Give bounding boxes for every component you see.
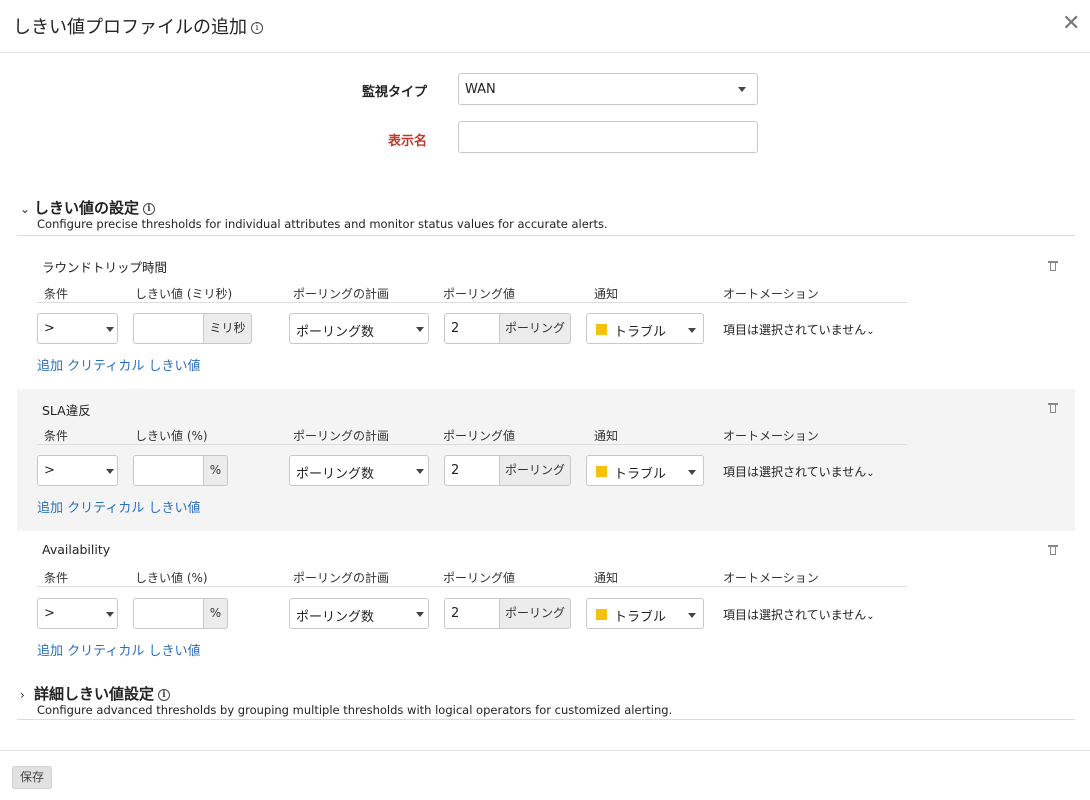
- threshold-section-title: しきい値の設定: [34, 199, 140, 217]
- trash-icon[interactable]: [1048, 260, 1058, 271]
- threshold-unit: %: [203, 598, 228, 629]
- chevron-down-icon: [106, 469, 114, 474]
- threshold-section-header[interactable]: ⌄ しきい値の設定 i: [20, 197, 156, 218]
- display-name-input[interactable]: [458, 121, 758, 153]
- divider: [37, 302, 907, 303]
- col-automation: オートメーション: [723, 287, 819, 301]
- advanced-section-header[interactable]: › 詳細しきい値設定 i: [20, 683, 171, 704]
- condition-select[interactable]: >: [37, 313, 118, 344]
- chevron-down-icon: ⌄: [20, 202, 31, 216]
- divider: [17, 719, 1075, 720]
- trash-icon[interactable]: [1048, 402, 1058, 413]
- chevron-down-icon: [106, 327, 114, 332]
- col-polling-value: ポーリング値: [443, 287, 516, 301]
- automation-select[interactable]: 項目は選択されていません⌄: [723, 606, 875, 623]
- chevron-down-icon: [738, 87, 746, 92]
- col-condition: 条件: [44, 287, 69, 301]
- save-button[interactable]: 保存: [12, 766, 52, 789]
- info-icon[interactable]: i: [251, 22, 263, 34]
- threshold-input[interactable]: [133, 598, 204, 629]
- monitor-type-label: 監視タイプ: [361, 85, 427, 100]
- dialog-header: しきい値プロファイルの追加 i ✕: [0, 0, 1090, 53]
- notify-select[interactable]: トラブル: [586, 598, 704, 629]
- col-notify: 通知: [594, 571, 619, 585]
- polling-unit: ポーリング: [499, 598, 571, 629]
- polling-unit: ポーリング: [499, 455, 571, 486]
- chevron-down-icon: [688, 613, 696, 618]
- chevron-right-icon: ›: [20, 688, 25, 702]
- threshold-section-description: Configure precise thresholds for individ…: [37, 217, 608, 231]
- threshold-input[interactable]: [133, 455, 204, 486]
- dialog-title: しきい値プロファイルの追加 i: [13, 13, 263, 39]
- dialog-title-text: しきい値プロファイルの追加: [13, 17, 247, 38]
- col-automation: オートメーション: [723, 429, 819, 443]
- threshold-block-sla: SLA違反 条件 しきい値 (%) ポーリングの計画 ポーリング値 通知 オート…: [17, 389, 1075, 531]
- footer-divider: [0, 750, 1090, 751]
- monitor-type-select[interactable]: WAN: [458, 73, 758, 105]
- col-notify: 通知: [594, 429, 619, 443]
- threshold-block-availability: Availability 条件 しきい値 (%) ポーリングの計画 ポーリング値…: [17, 531, 1075, 673]
- col-threshold: しきい値 (%): [135, 571, 208, 585]
- threshold-unit: ミリ秒: [203, 313, 252, 344]
- condition-select[interactable]: >: [37, 455, 118, 486]
- chevron-down-icon: [416, 469, 424, 474]
- col-notify: 通知: [594, 287, 619, 301]
- close-icon[interactable]: ✕: [1062, 13, 1080, 35]
- info-icon[interactable]: i: [143, 202, 156, 215]
- col-polling-plan: ポーリングの計画: [293, 287, 390, 301]
- threshold-unit: %: [203, 455, 228, 486]
- polling-value-input[interactable]: 2: [444, 313, 500, 344]
- polling-plan-select[interactable]: ポーリング数: [289, 455, 429, 486]
- threshold-input[interactable]: [133, 313, 204, 344]
- col-automation: オートメーション: [723, 571, 819, 585]
- advanced-section-title: 詳細しきい値設定: [34, 685, 155, 703]
- col-condition: 条件: [44, 429, 69, 443]
- divider: [37, 444, 907, 445]
- automation-select[interactable]: 項目は選択されていません⌄: [723, 463, 875, 480]
- trash-icon[interactable]: [1048, 544, 1058, 555]
- chevron-down-icon: [688, 470, 696, 475]
- threshold-block-roundtrip: ラウンドトリップ時間 条件 しきい値 (ミリ秒) ポーリングの計画 ポーリング値…: [17, 248, 1075, 390]
- advanced-section-description: Configure advanced thresholds by groupin…: [37, 703, 673, 717]
- add-critical-threshold-link[interactable]: 追加 クリティカル しきい値: [37, 640, 201, 659]
- add-critical-threshold-link[interactable]: 追加 クリティカル しきい値: [37, 497, 201, 516]
- status-swatch: [596, 609, 607, 620]
- automation-select[interactable]: 項目は選択されていません⌄: [723, 321, 875, 338]
- polling-unit: ポーリング: [499, 313, 571, 344]
- divider: [37, 586, 907, 587]
- col-threshold: しきい値 (ミリ秒): [135, 287, 233, 301]
- info-icon[interactable]: i: [158, 688, 171, 701]
- display-name-label: 表示名: [387, 134, 427, 149]
- add-critical-threshold-link[interactable]: 追加 クリティカル しきい値: [37, 355, 201, 374]
- col-polling-value: ポーリング値: [443, 571, 516, 585]
- chevron-down-icon: ⌄: [866, 611, 875, 622]
- polling-value-input[interactable]: 2: [444, 455, 500, 486]
- block-title: SLA違反: [42, 403, 91, 418]
- status-swatch: [596, 324, 607, 335]
- block-title: Availability: [42, 542, 111, 557]
- monitor-type-value: WAN: [465, 82, 496, 97]
- chevron-down-icon: [416, 612, 424, 617]
- condition-select[interactable]: >: [37, 598, 118, 629]
- col-polling-plan: ポーリングの計画: [293, 571, 390, 585]
- col-polling-plan: ポーリングの計画: [293, 429, 390, 443]
- col-condition: 条件: [44, 571, 69, 585]
- notify-select[interactable]: トラブル: [586, 313, 704, 344]
- status-swatch: [596, 466, 607, 477]
- chevron-down-icon: ⌄: [866, 468, 875, 479]
- notify-select[interactable]: トラブル: [586, 455, 704, 486]
- block-title: ラウンドトリップ時間: [42, 260, 168, 275]
- chevron-down-icon: [416, 327, 424, 332]
- chevron-down-icon: [688, 328, 696, 333]
- polling-plan-select[interactable]: ポーリング数: [289, 313, 429, 344]
- chevron-down-icon: ⌄: [866, 326, 875, 337]
- polling-value-input[interactable]: 2: [444, 598, 500, 629]
- divider: [17, 235, 1075, 236]
- col-threshold: しきい値 (%): [135, 429, 208, 443]
- col-polling-value: ポーリング値: [443, 429, 516, 443]
- polling-plan-select[interactable]: ポーリング数: [289, 598, 429, 629]
- chevron-down-icon: [106, 612, 114, 617]
